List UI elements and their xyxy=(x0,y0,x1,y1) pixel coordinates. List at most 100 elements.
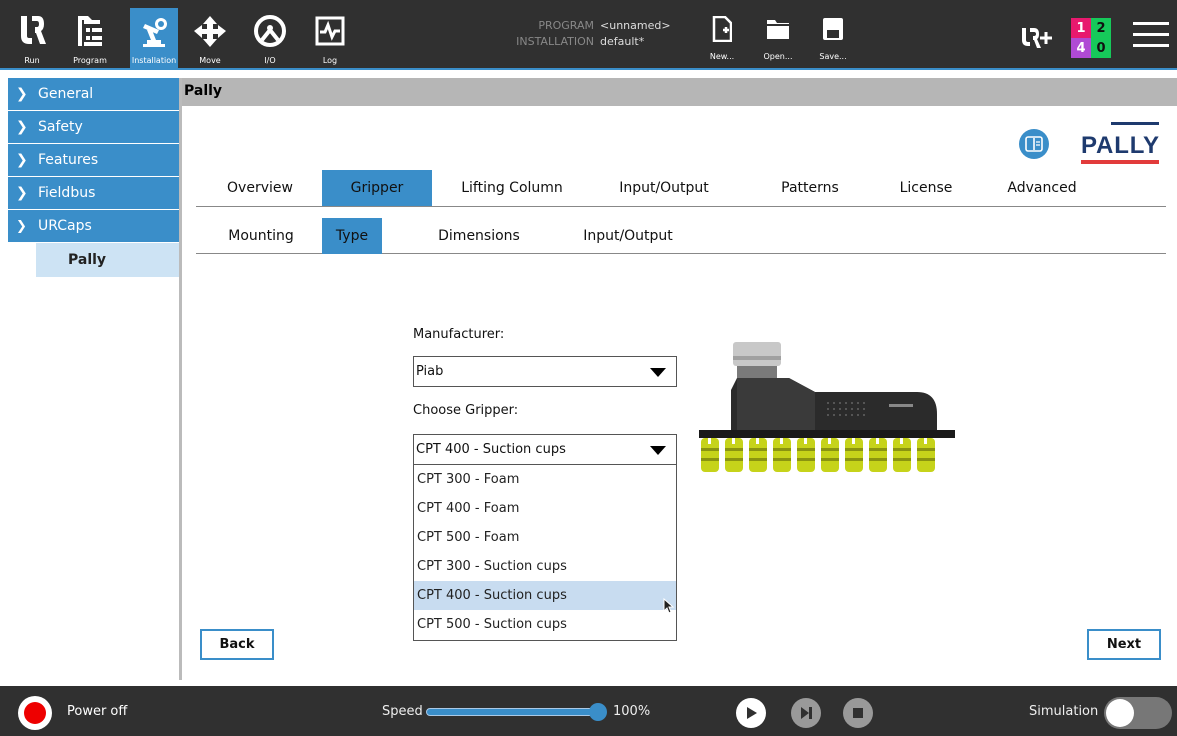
save-disk-icon xyxy=(823,18,843,40)
manual-book-icon[interactable] xyxy=(1019,129,1049,159)
tab-gripper[interactable]: Gripper xyxy=(322,170,432,206)
tab-license[interactable]: License xyxy=(882,170,970,206)
ur-logo-icon xyxy=(14,10,50,52)
stop-icon xyxy=(853,708,863,718)
speed-slider-knob[interactable] xyxy=(589,703,607,721)
play-icon xyxy=(747,707,757,719)
gripper-option[interactable]: CPT 500 - Suction cups xyxy=(414,610,676,639)
next-button[interactable]: Next xyxy=(1087,629,1161,660)
sidebar-item-fieldbus[interactable]: ❯ Fieldbus xyxy=(8,177,180,210)
gripper-select[interactable]: CPT 400 - Suction cups xyxy=(413,434,677,465)
program-info: PROGRAM <unnamed> INSTALLATION default* xyxy=(470,19,690,51)
sidebar-item-general[interactable]: ❯ General xyxy=(8,78,180,111)
simulation-label: Simulation xyxy=(1029,704,1099,719)
gripper-option-highlighted[interactable]: CPT 400 - Suction cups xyxy=(414,581,676,610)
sidebar-divider xyxy=(179,78,182,680)
step-icon xyxy=(801,707,812,719)
speed-value: 100% xyxy=(613,704,651,719)
sidebar-item-label: URCaps xyxy=(38,218,92,234)
chevron-right-icon: ❯ xyxy=(16,86,28,102)
tab-input-output[interactable]: Input/Output xyxy=(602,170,726,206)
chevron-right-icon: ❯ xyxy=(16,185,28,201)
io-count-d: 0 xyxy=(1091,38,1111,58)
open-file-button[interactable]: Open... xyxy=(758,12,798,64)
nav-move-button[interactable]: Move xyxy=(188,8,232,68)
dropdown-arrow-icon xyxy=(650,368,666,377)
main-tabs: Overview Gripper Lifting Column Input/Ou… xyxy=(196,170,1166,207)
sidebar-item-label: Fieldbus xyxy=(38,185,96,201)
subtab-input-output[interactable]: Input/Output xyxy=(566,218,690,254)
power-button-icon[interactable] xyxy=(18,696,52,730)
gripper-option[interactable]: CPT 400 - Foam xyxy=(414,494,676,523)
sub-tabs: Mounting Type Dimensions Input/Output xyxy=(196,218,1166,254)
back-button[interactable]: Back xyxy=(200,629,274,660)
tab-advanced[interactable]: Advanced xyxy=(992,170,1092,206)
power-label[interactable]: Power off xyxy=(67,704,127,719)
nav-io-button[interactable]: I/O xyxy=(248,8,292,68)
gripper-dropdown-list: CPT 300 - Foam CPT 400 - Foam CPT 500 - … xyxy=(413,465,677,641)
subtab-dimensions[interactable]: Dimensions xyxy=(420,218,538,254)
program-key: PROGRAM xyxy=(538,19,594,32)
nav-installation-button[interactable]: Installation xyxy=(130,8,178,68)
sidebar-item-urcaps[interactable]: ❯ URCaps xyxy=(8,210,180,243)
pally-logo: PALLY xyxy=(1081,122,1161,166)
gripper-label: Choose Gripper: xyxy=(413,403,519,418)
top-toolbar: Run Program Installation Move I/O Log PR… xyxy=(0,0,1177,70)
sidebar-item-features[interactable]: ❯ Features xyxy=(8,144,180,177)
page-title: Pally xyxy=(182,78,1177,106)
program-tree-icon xyxy=(72,10,108,52)
new-file-button[interactable]: New... xyxy=(702,12,742,64)
step-button[interactable] xyxy=(791,698,821,728)
io-count-b: 2 xyxy=(1091,18,1111,38)
installation-key: INSTALLATION xyxy=(516,35,594,48)
dropdown-arrow-icon xyxy=(650,446,666,455)
manufacturer-select[interactable]: Piab xyxy=(413,356,677,387)
sidebar-subitem-pally[interactable]: Pally xyxy=(36,243,180,277)
nav-run-button[interactable]: Run xyxy=(10,8,54,68)
subtab-mounting[interactable]: Mounting xyxy=(206,218,316,254)
new-file-icon xyxy=(712,15,733,43)
chevron-right-icon: ❯ xyxy=(16,119,28,135)
installation-value: default* xyxy=(600,35,645,48)
save-file-button[interactable]: Save... xyxy=(813,12,853,64)
robot-arm-icon xyxy=(136,10,172,52)
mouse-cursor-icon xyxy=(663,598,675,614)
folder-open-icon xyxy=(767,20,789,39)
gripper-option[interactable]: CPT 300 - Foam xyxy=(414,465,676,494)
nav-program-button[interactable]: Program xyxy=(68,8,112,68)
gripper-image xyxy=(699,342,955,472)
sidebar-item-label: Safety xyxy=(38,119,83,135)
stop-button[interactable] xyxy=(843,698,873,728)
tab-lifting-column[interactable]: Lifting Column xyxy=(442,170,582,206)
urplus-icon[interactable] xyxy=(1020,26,1054,54)
speed-label: Speed xyxy=(382,704,423,719)
sidebar-item-safety[interactable]: ❯ Safety xyxy=(8,111,180,144)
sidebar-item-label: Features xyxy=(38,152,99,168)
nav-underline xyxy=(0,68,1177,70)
manufacturer-value: Piab xyxy=(416,364,444,379)
manufacturer-label: Manufacturer: xyxy=(413,327,505,342)
chevron-right-icon: ❯ xyxy=(16,152,28,168)
io-status-grid[interactable]: 1 2 4 0 xyxy=(1071,18,1111,58)
chevron-down-icon: ❯ xyxy=(16,218,27,234)
tab-overview[interactable]: Overview xyxy=(206,170,314,206)
io-count-c: 4 xyxy=(1071,38,1091,58)
move-arrows-icon xyxy=(192,10,228,52)
bottom-bar: Power off Speed 100% Simulation xyxy=(0,686,1177,736)
hamburger-menu-icon[interactable] xyxy=(1133,22,1169,50)
io-count-a: 1 xyxy=(1071,18,1091,38)
tab-patterns[interactable]: Patterns xyxy=(758,170,862,206)
log-chart-icon xyxy=(312,10,348,52)
logo-text: PALLY xyxy=(1081,132,1159,159)
speed-slider-track[interactable] xyxy=(426,708,598,716)
nav-log-button[interactable]: Log xyxy=(308,8,352,68)
toggle-knob xyxy=(1106,699,1134,727)
gripper-value: CPT 400 - Suction cups xyxy=(416,442,566,457)
play-button[interactable] xyxy=(736,698,766,728)
gripper-option[interactable]: CPT 500 - Foam xyxy=(414,523,676,552)
simulation-toggle[interactable] xyxy=(1104,697,1172,729)
gripper-option[interactable]: CPT 300 - Suction cups xyxy=(414,552,676,581)
io-icon xyxy=(252,10,288,52)
subtab-type[interactable]: Type xyxy=(322,218,382,254)
sidebar-item-label: General xyxy=(38,86,94,102)
